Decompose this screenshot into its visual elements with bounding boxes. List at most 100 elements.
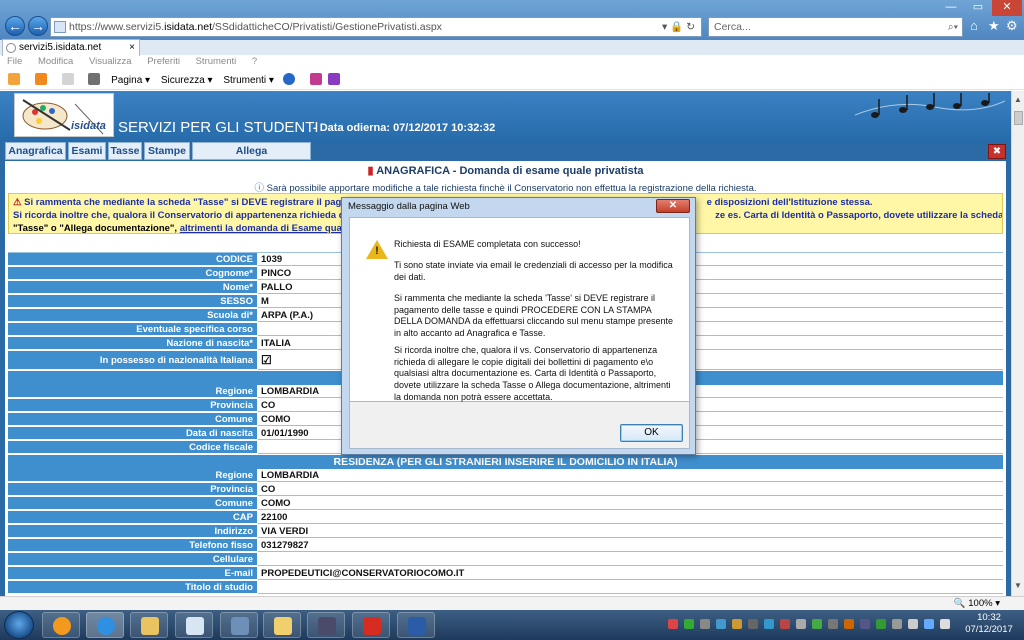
tab-stampe[interactable]: Stampe: [144, 142, 190, 160]
taskbar-clock[interactable]: 10:32 07/12/2017: [956, 612, 1022, 638]
field-label: In possesso di nazionalità Italiana: [8, 351, 257, 370]
tray-icon-4[interactable]: [716, 619, 726, 629]
network-icon: [231, 617, 249, 635]
tray-icon-2[interactable]: [684, 619, 694, 629]
taskbar-folder[interactable]: [263, 612, 301, 638]
field-label: Nazione di nascita*: [8, 337, 257, 350]
warning-small-icon: ⚠: [13, 197, 25, 208]
menu-file[interactable]: File: [7, 56, 22, 67]
field-value: [258, 581, 1003, 594]
field-row: CAP 22100: [8, 511, 1003, 525]
address-bar[interactable]: https://www.servizi5.isidata.net/SSdidat…: [50, 17, 702, 37]
tab-anagrafica[interactable]: Anagrafica: [5, 142, 66, 160]
tray-icon-7[interactable]: [764, 619, 774, 629]
close-page-icon[interactable]: ✖: [988, 144, 1006, 159]
tray-icon-3[interactable]: [700, 619, 710, 629]
field-label: Regione: [8, 469, 257, 482]
tray-icon-6[interactable]: [748, 619, 758, 629]
warning-line3a: "Tasse" o "Allega documentazione",: [13, 223, 180, 234]
url-prefix: https://www.servizi5.: [69, 21, 165, 33]
tray-icon-12[interactable]: [844, 619, 854, 629]
home-icon[interactable]: ⌂: [970, 18, 978, 33]
mail-icon[interactable]: [61, 73, 74, 85]
tab-allega-documentazione[interactable]: Allega documentazione: [192, 142, 311, 173]
tray-icon-11[interactable]: [828, 619, 838, 629]
field-label: CODICE: [8, 253, 257, 266]
tray-icon-14[interactable]: [876, 619, 886, 629]
start-button[interactable]: [4, 611, 34, 639]
field-label: Codice fiscale: [8, 441, 257, 454]
menu-visualizza[interactable]: Visualizza: [89, 56, 132, 67]
help-icon[interactable]: [282, 73, 295, 85]
tray-icon-9[interactable]: [796, 619, 806, 629]
menu-strumenti[interactable]: Strumenti: [196, 56, 237, 67]
tab-close-icon[interactable]: ×: [129, 40, 135, 55]
scroll-up-icon[interactable]: ▲: [1014, 95, 1022, 104]
ok-button[interactable]: OK: [620, 424, 683, 442]
tray-icon-1[interactable]: [668, 619, 678, 629]
site-logo: isidata: [14, 93, 114, 137]
field-row: Titolo di studio: [8, 581, 1003, 595]
print-icon[interactable]: [88, 73, 101, 85]
tray-icon-8[interactable]: [780, 619, 790, 629]
safety-menu[interactable]: Sicurezza ▾: [161, 75, 213, 86]
scroll-thumb[interactable]: [1014, 111, 1023, 125]
logo-text: isidata: [71, 120, 106, 132]
tray-icon-5[interactable]: [732, 619, 742, 629]
page-heading: ▮ ANAGRAFICA - Domanda di esame quale pr…: [5, 164, 1006, 177]
taskbar-acrobat[interactable]: [352, 612, 390, 638]
vertical-scrollbar[interactable]: ▲ ▼: [1011, 91, 1024, 596]
media-player-icon: [53, 617, 71, 635]
taskbar-film[interactable]: [307, 612, 345, 638]
lock-icon[interactable]: ▾ 🔒 ↻: [662, 18, 695, 36]
scroll-down-icon[interactable]: ▼: [1014, 581, 1022, 590]
menu-modifica[interactable]: Modifica: [38, 56, 73, 67]
globe-icon: [6, 43, 16, 53]
search-icon[interactable]: ⌕▾: [948, 18, 958, 36]
tray-icon-10[interactable]: [812, 619, 822, 629]
flag-icon[interactable]: [908, 619, 918, 629]
taskbar-notepad[interactable]: [175, 612, 213, 638]
taskbar-word[interactable]: [397, 612, 435, 638]
site-header: isidata SERVIZI PER GLI STUDENTI - Data …: [0, 91, 1011, 143]
warning-line1a: Si rammenta che mediante la scheda "Tass…: [24, 197, 347, 208]
addon-icon-2[interactable]: [328, 73, 341, 85]
tab-esami[interactable]: Esami: [68, 142, 106, 160]
rss-icon[interactable]: [34, 73, 47, 85]
taskbar-internet-explorer[interactable]: [86, 612, 124, 638]
menu-help[interactable]: ?: [252, 56, 257, 67]
zoom-level[interactable]: 🔍 100% ▾: [954, 598, 1000, 609]
back-button[interactable]: ←: [5, 16, 25, 36]
forward-button[interactable]: →: [28, 16, 48, 36]
menu-preferiti[interactable]: Preferiti: [147, 56, 180, 67]
addon-icon[interactable]: [309, 73, 322, 85]
maximize-button[interactable]: ▭: [965, 0, 991, 16]
taskbar-explorer[interactable]: [130, 612, 168, 638]
gear-icon[interactable]: ⚙: [1006, 18, 1018, 34]
close-window-button[interactable]: ✕: [992, 0, 1022, 16]
search-input[interactable]: Cerca... ⌕▾: [708, 17, 963, 37]
taskbar-network[interactable]: [220, 612, 258, 638]
network-tray-icon[interactable]: [924, 619, 934, 629]
favorites-star-icon[interactable]: ★: [988, 18, 1000, 34]
tools-menu[interactable]: Strumenti ▾: [223, 75, 274, 86]
tab-tasse[interactable]: Tasse: [108, 142, 142, 160]
page-tabs: Anagrafica Esami Tasse Stampe Allega doc…: [0, 141, 1011, 173]
tray-icon-15[interactable]: [892, 619, 902, 629]
volume-icon[interactable]: [940, 619, 950, 629]
tray-icon-13[interactable]: [860, 619, 870, 629]
minimize-button[interactable]: —: [938, 0, 964, 16]
home-small-icon[interactable]: [8, 73, 20, 85]
field-label: Data di nascita: [8, 427, 257, 440]
page-menu[interactable]: Pagina ▾: [111, 75, 150, 86]
taskbar-media-player[interactable]: [42, 612, 80, 638]
internet-explorer-icon: [97, 617, 115, 635]
browser-tab[interactable]: servizi5.isidata.net ×: [2, 39, 140, 56]
field-label: Provincia: [8, 483, 257, 496]
field-value: CO: [258, 483, 1003, 496]
folder-icon: [141, 617, 159, 635]
warning-link[interactable]: altrimenti la domanda di Esame quale: [180, 223, 350, 233]
dialog-close-button[interactable]: ✕: [656, 199, 690, 213]
dialog-title: Messaggio dalla pagina Web: [348, 201, 470, 212]
field-label: CAP: [8, 511, 257, 524]
